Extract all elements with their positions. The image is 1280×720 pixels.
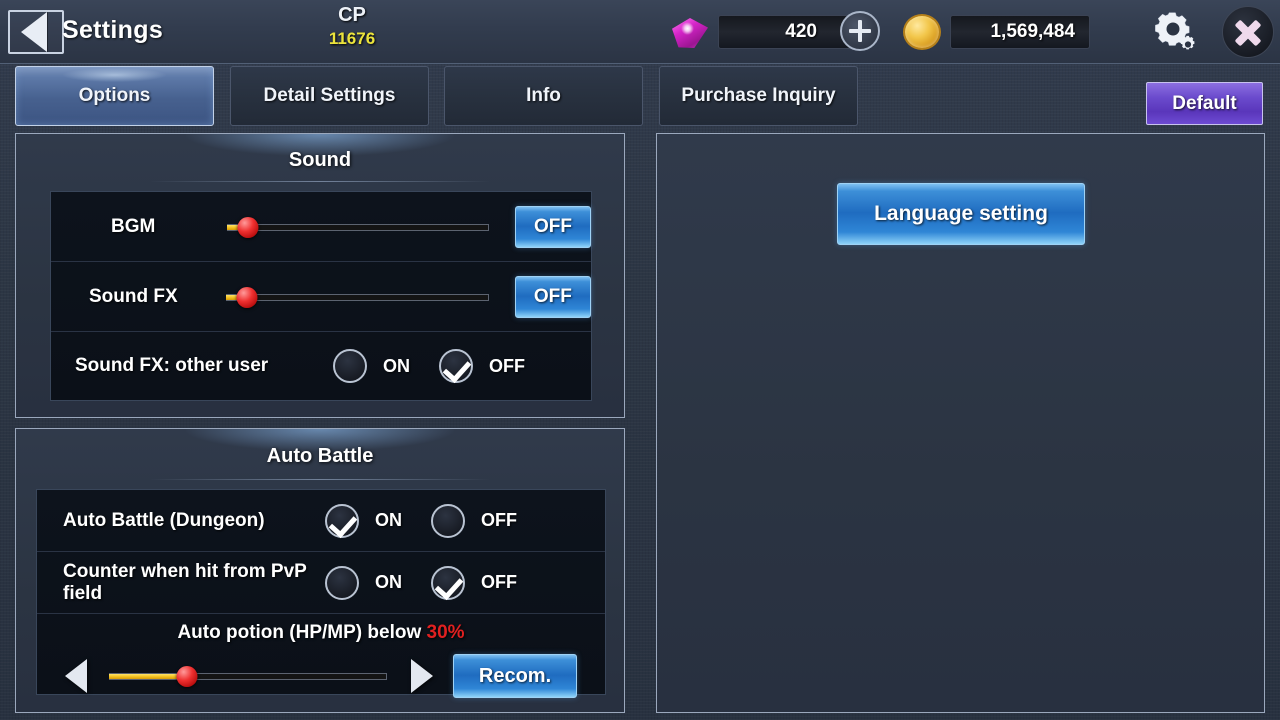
auto-potion-slider[interactable] — [109, 666, 387, 687]
sound-rows: BGM OFF Sound FX OFF Sound FX: other use… — [50, 191, 592, 401]
back-button[interactable] — [8, 10, 64, 54]
slider-knob[interactable] — [236, 286, 258, 308]
right-panel: Language setting — [656, 133, 1265, 713]
gem-value: 420 — [718, 15, 860, 49]
default-button[interactable]: Default — [1146, 82, 1263, 125]
radio-sound-fx-other-off[interactable] — [439, 349, 473, 383]
header-bar: Settings CP 11676 420 1,569,484 — [0, 0, 1280, 64]
row-sound-fx-other-user: Sound FX: other user ON OFF — [51, 332, 591, 400]
auto-potion-label: Auto potion (HP/MP) below 30% — [37, 614, 605, 644]
gear-icon[interactable] — [1152, 8, 1200, 56]
tab-info[interactable]: Info — [444, 66, 643, 126]
row-bgm: BGM OFF — [51, 192, 591, 262]
gem-icon — [668, 10, 712, 54]
tab-options[interactable]: Options — [15, 66, 214, 126]
row-label-sound-fx-other: Sound FX: other user — [75, 355, 269, 376]
row-label-bgm: BGM — [111, 215, 156, 237]
tab-bar: Options Detail Settings Info Purchase In… — [0, 66, 1280, 128]
auto-potion-text: Auto potion (HP/MP) below — [177, 622, 427, 643]
bgm-off-button[interactable]: OFF — [514, 205, 591, 248]
back-arrow-icon — [21, 12, 47, 52]
divider — [149, 181, 491, 182]
radio-auto-battle-dungeon-on[interactable] — [325, 503, 359, 538]
sound-panel: Sound BGM OFF Sound FX OFF Sound FX: oth… — [15, 133, 625, 418]
sound-panel-title: Sound — [288, 149, 352, 171]
language-setting-button[interactable]: Language setting — [837, 183, 1085, 245]
close-button[interactable] — [1222, 6, 1274, 58]
chevron-right-icon[interactable] — [411, 659, 433, 693]
label-on: ON — [375, 510, 402, 530]
label-on: ON — [383, 355, 410, 376]
slider-track — [226, 223, 489, 231]
label-off: OFF — [481, 572, 517, 592]
cp-label: CP — [338, 4, 366, 26]
gold-value: 1,569,484 — [950, 15, 1090, 49]
cp-block: CP 11676 — [300, 4, 404, 49]
label-off: OFF — [489, 355, 525, 376]
row-sound-fx: Sound FX OFF — [51, 262, 591, 332]
auto-potion-value: 30% — [426, 622, 465, 643]
tab-purchase-inquiry[interactable]: Purchase Inquiry — [659, 66, 858, 126]
slider-track — [226, 293, 489, 301]
radio-counter-pvp-on[interactable] — [325, 565, 359, 600]
bgm-slider[interactable] — [226, 216, 489, 238]
radio-sound-fx-other-on[interactable] — [333, 349, 367, 383]
sound-fx-slider[interactable] — [226, 286, 489, 308]
slider-fill — [109, 674, 187, 679]
row-auto-battle-dungeon: Auto Battle (Dungeon) ON OFF — [37, 490, 605, 552]
row-label-sound-fx: Sound FX — [89, 285, 178, 307]
row-label-counter-pvp: Counter when hit from PvP field — [63, 560, 307, 604]
chevron-left-icon[interactable] — [65, 659, 87, 693]
gold-coin-icon — [903, 14, 941, 50]
divider — [149, 479, 491, 480]
radio-auto-battle-dungeon-off[interactable] — [431, 503, 465, 538]
page-title: Settings — [62, 16, 164, 44]
auto-battle-panel-title: Auto Battle — [266, 445, 374, 467]
row-counter-pvp: Counter when hit from PvP field ON OFF — [37, 552, 605, 614]
close-icon — [1233, 17, 1263, 47]
row-auto-potion: Auto potion (HP/MP) below 30% Recom. — [37, 614, 605, 698]
label-off: OFF — [481, 510, 517, 530]
auto-battle-rows: Auto Battle (Dungeon) ON OFF Counter whe… — [36, 489, 606, 698]
sound-fx-off-button[interactable]: OFF — [514, 275, 591, 318]
label-on: ON — [375, 572, 402, 592]
radio-counter-pvp-off[interactable] — [431, 565, 465, 600]
plus-icon[interactable] — [840, 11, 880, 51]
recommend-button[interactable]: Recom. — [453, 654, 577, 698]
slider-knob[interactable] — [237, 216, 259, 238]
cp-value: 11676 — [328, 29, 376, 48]
row-label-auto-battle-dungeon: Auto Battle (Dungeon) — [63, 509, 265, 531]
tab-detail-settings[interactable]: Detail Settings — [230, 66, 429, 126]
auto-battle-panel: Auto Battle Auto Battle (Dungeon) ON OFF… — [15, 428, 625, 713]
slider-knob[interactable] — [176, 666, 198, 687]
